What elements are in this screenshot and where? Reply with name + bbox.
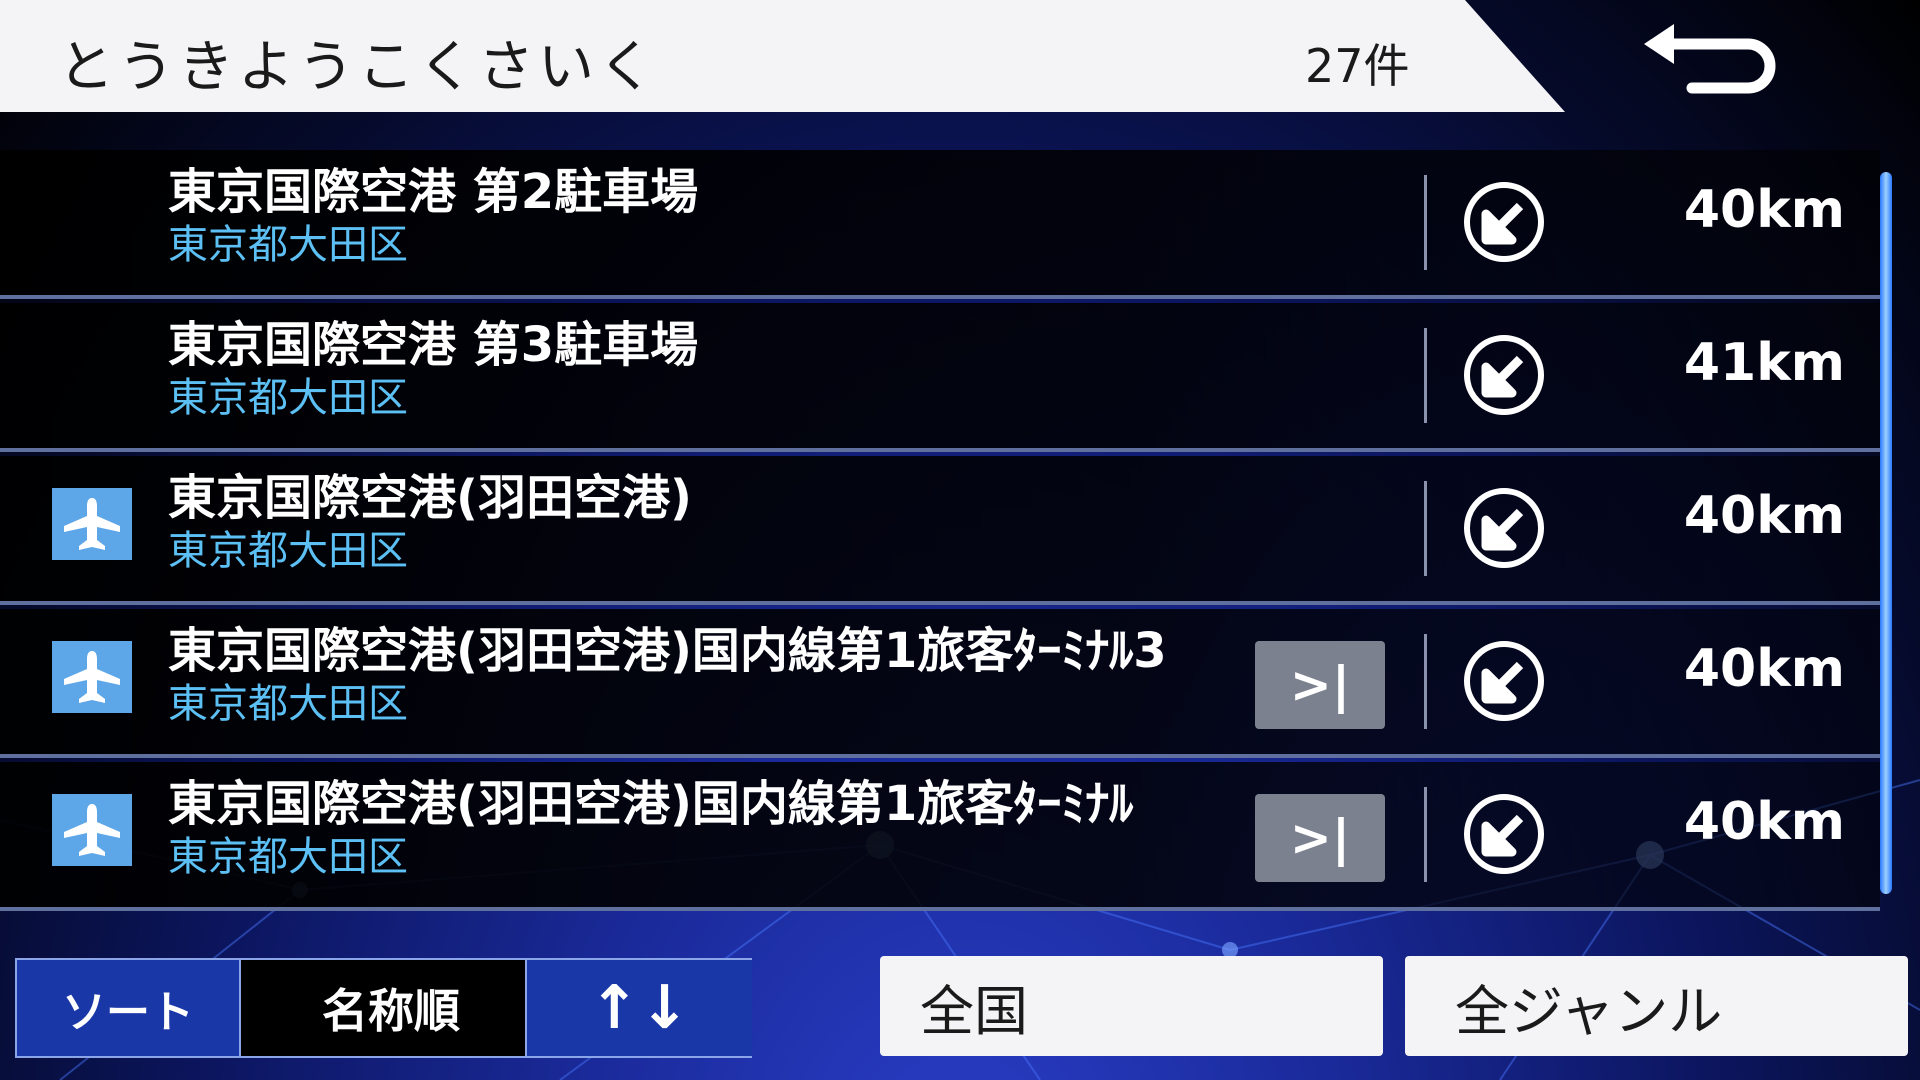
row-divider [1424,328,1427,423]
genre-filter-button[interactable]: 全ジャンル [1405,956,1908,1056]
result-name: 東京国際空港 第2駐車場 [168,164,699,220]
row-divider [1424,634,1427,729]
result-address: 東京都大田区 [168,834,408,880]
back-button[interactable] [1640,18,1780,98]
return-arrow-icon [1644,24,1776,94]
sort-button[interactable]: ソート [17,960,241,1056]
row-divider [1424,175,1427,270]
show-more-button[interactable]: >| [1255,794,1385,882]
airport-icon [52,794,132,866]
airport-icon [52,641,132,713]
navigation-search-results-screen: とうきようこくさいく 27件 東京国際空港 第2駐車場 東京都大田区 40km … [0,0,1920,1080]
direction-arrow-icon [1464,641,1544,721]
region-filter-button[interactable]: 全国 [880,956,1383,1056]
result-count: 27件 [1305,39,1410,93]
result-name: 東京国際空港 第3駐車場 [168,317,699,373]
row-divider [1424,481,1427,576]
direction-arrow-icon [1464,488,1544,568]
result-row[interactable]: 東京国際空港(羽田空港)国内線第1旅客ﾀｰﾐﾅﾙ 東京都大田区 >| 40km [0,762,1880,911]
direction-arrow-icon [1464,794,1544,874]
result-row[interactable]: 東京国際空港 第3駐車場 東京都大田区 41km [0,303,1880,452]
result-address: 東京都大田区 [168,528,408,574]
result-name: 東京国際空港(羽田空港) [168,470,692,526]
result-row[interactable]: 東京国際空港(羽田空港) 東京都大田区 40km [0,456,1880,605]
result-distance: 40km [1683,180,1845,240]
result-address: 東京都大田区 [168,375,408,421]
search-query-title: とうきようこくさいく [58,35,658,100]
result-distance: 41km [1683,333,1845,393]
result-address: 東京都大田区 [168,222,408,268]
list-scrollbar[interactable] [1880,172,1892,894]
result-distance: 40km [1683,486,1845,546]
sort-direction-toggle[interactable]: ↑↓ [525,960,752,1056]
result-distance: 40km [1683,639,1845,699]
row-divider [1424,787,1427,882]
airport-icon [52,488,132,560]
result-row[interactable]: 東京国際空港 第2駐車場 東京都大田区 40km [0,150,1880,299]
result-distance: 40km [1683,792,1845,852]
result-address: 東京都大田区 [168,681,408,727]
result-list: 東京国際空港 第2駐車場 東京都大田区 40km 東京国際空港 第3駐車場 東京… [0,150,1880,911]
result-row[interactable]: 東京国際空港(羽田空港)国内線第1旅客ﾀｰﾐﾅﾙ3 東京都大田区 >| 40km [0,609,1880,758]
sort-control: ソート 名称順 ↑↓ [15,958,752,1058]
result-name: 東京国際空港(羽田空港)国内線第1旅客ﾀｰﾐﾅﾙ [168,776,1134,832]
show-more-button[interactable]: >| [1255,641,1385,729]
sort-order-value: 名称順 [322,984,460,1038]
search-header: とうきようこくさいく 27件 [0,0,1565,112]
direction-arrow-icon [1464,182,1544,262]
result-name: 東京国際空港(羽田空港)国内線第1旅客ﾀｰﾐﾅﾙ3 [168,623,1167,679]
direction-arrow-icon [1464,335,1544,415]
